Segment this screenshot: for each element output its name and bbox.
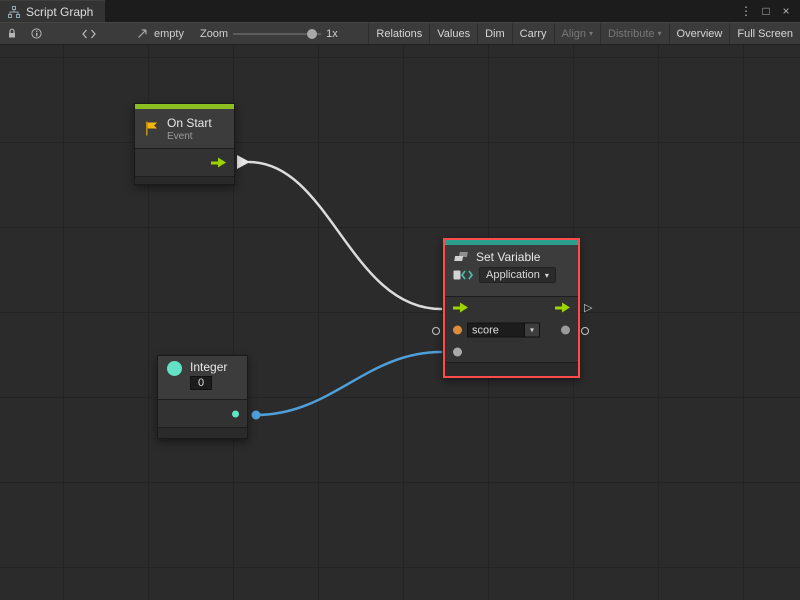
integer-output-port[interactable] [232, 410, 239, 417]
unconnected-input-marker[interactable] [432, 327, 440, 335]
script-graph-window: Script Graph ⋮ □ × [0, 0, 800, 600]
window-close-button[interactable]: × [778, 1, 794, 21]
window-controls: ⋮ □ × [738, 0, 800, 22]
unconnected-flow-output-marker[interactable]: ▷ [584, 303, 592, 314]
ports-toggle-icon[interactable] [75, 23, 103, 44]
graph-toolbar: empty Zoom 1x Relations Values Dim Carry [0, 22, 800, 45]
node-set-variable[interactable]: Set Variable Application ▾ [443, 238, 580, 378]
value-ports-row [158, 400, 247, 427]
variable-name-input[interactable] [467, 323, 525, 338]
variables-icon [453, 251, 470, 263]
value-input-row [445, 341, 578, 362]
flow-input-port[interactable] [453, 303, 468, 314]
node-on-start[interactable]: On Start Event [134, 103, 235, 185]
flow-ports-row [445, 297, 578, 319]
titlebar: Script Graph ⋮ □ × [0, 0, 800, 22]
node-integer[interactable]: Integer 0 [157, 355, 248, 439]
variable-kind-dropdown[interactable]: Application ▾ [479, 267, 556, 283]
node-title: On Start [167, 116, 212, 130]
window-menu-button[interactable]: ⋮ [738, 1, 754, 21]
node-footer [445, 362, 578, 376]
distribute-button[interactable]: Distribute ▾ [600, 23, 668, 44]
connections-layer [0, 45, 800, 600]
variable-name-field: ▾ [467, 323, 540, 338]
zoom-label: Zoom [200, 28, 228, 40]
control-connection-arrow [237, 155, 250, 169]
graph-pointer-icon [137, 28, 149, 39]
value-input-port[interactable] [453, 347, 462, 356]
graph-canvas[interactable]: On Start Event Set Variable [0, 45, 800, 600]
unconnected-output-marker[interactable] [581, 327, 589, 335]
graph-context-label: empty [154, 28, 184, 40]
node-title: Set Variable [476, 250, 540, 264]
window-maximize-button[interactable]: □ [758, 1, 774, 21]
control-connection-wire[interactable] [249, 162, 441, 309]
relations-button[interactable]: Relations [368, 23, 429, 44]
lock-icon[interactable] [0, 23, 24, 44]
zoom-slider-handle[interactable] [307, 29, 317, 39]
chevron-down-icon: ▾ [589, 29, 593, 38]
variable-name-port[interactable] [453, 326, 462, 335]
chevron-down-icon: ▾ [658, 29, 662, 38]
variable-output-port[interactable] [561, 326, 570, 335]
variable-name-dropdown[interactable]: ▾ [525, 323, 540, 338]
align-button[interactable]: Align ▾ [554, 23, 600, 44]
toolbar-buttons: Relations Values Dim Carry Align ▾ Distr… [368, 23, 800, 44]
graph-context: empty [129, 28, 192, 40]
flow-output-port[interactable] [555, 303, 570, 314]
full-screen-button[interactable]: Full Screen [729, 23, 800, 44]
node-footer [158, 427, 247, 438]
flow-ports-row [135, 149, 234, 176]
node-footer [135, 176, 234, 184]
values-button[interactable]: Values [429, 23, 477, 44]
tab-script-graph[interactable]: Script Graph [0, 0, 105, 22]
zoom-slider[interactable] [233, 27, 321, 41]
integer-value-input[interactable]: 0 [190, 376, 212, 390]
node-subtitle: Event [167, 131, 212, 142]
graph-icon [8, 6, 20, 18]
chevron-down-icon: ▾ [545, 271, 549, 280]
carry-button[interactable]: Carry [512, 23, 554, 44]
tab-title: Script Graph [26, 5, 93, 19]
value-connection-start-dot [252, 411, 261, 420]
zoom-value: 1x [326, 28, 338, 40]
overview-button[interactable]: Overview [669, 23, 730, 44]
flow-output-port[interactable] [211, 157, 226, 168]
info-icon[interactable] [24, 23, 49, 44]
variable-name-row: ▾ [445, 319, 578, 341]
chevron-down-icon: ▾ [530, 326, 534, 335]
flag-icon [143, 120, 160, 137]
value-connection-wire[interactable] [256, 352, 441, 415]
integer-icon [166, 360, 183, 377]
zoom-control: Zoom 1x [192, 27, 346, 41]
code-icon [453, 269, 473, 281]
node-title: Integer [190, 360, 227, 374]
dim-button[interactable]: Dim [477, 23, 512, 44]
